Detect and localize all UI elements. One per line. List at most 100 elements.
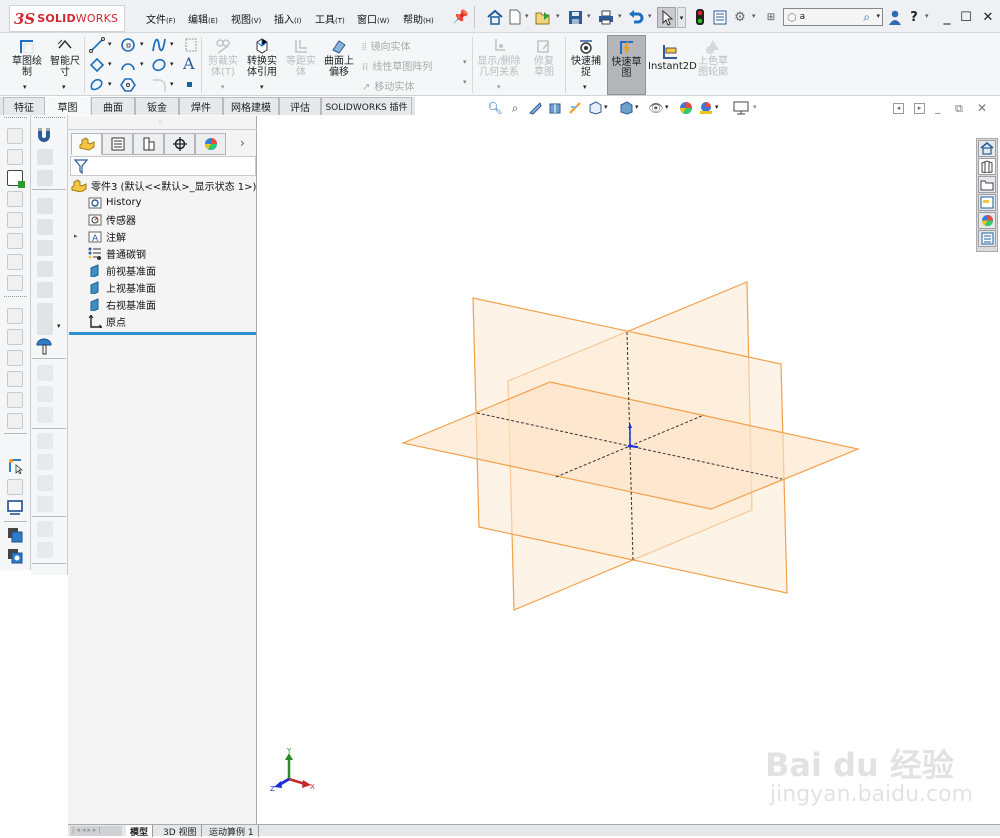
text-tool-icon[interactable]: A (183, 54, 195, 73)
undo-dropdown-icon[interactable]: ▾ (648, 12, 652, 20)
apply-scene-dropdown-icon[interactable]: ▾ (715, 103, 719, 111)
note-icon[interactable] (7, 128, 23, 144)
maximize-button[interactable]: ☐ (958, 9, 974, 25)
tab-sheet-metal[interactable]: 钣金 (135, 97, 179, 115)
sketch-select-icon[interactable] (7, 458, 24, 477)
quick-snaps-dropdown-icon[interactable]: ▾ (583, 83, 587, 91)
copy-blue-2-icon[interactable] (7, 548, 23, 567)
dimxpert-tab[interactable] (164, 133, 195, 155)
menu-file[interactable]: 文件(F) (146, 11, 176, 26)
tab-solidworks-addins[interactable]: SOLIDWORKS 插件 (321, 97, 412, 115)
menu-help[interactable]: 帮助(H) (403, 11, 434, 26)
options-gear-icon[interactable]: ⚙ (732, 9, 748, 25)
view-orientation-icon[interactable] (587, 100, 603, 116)
previous-view-icon[interactable] (527, 100, 543, 116)
grip-handle[interactable] (4, 117, 27, 118)
feature-disabled-7-icon[interactable] (37, 282, 53, 298)
file-explorer-icon[interactable] (978, 176, 996, 193)
autodimension-icon[interactable] (7, 170, 25, 188)
configurationmanager-tab[interactable] (133, 133, 164, 155)
sketch-dropdown-icon[interactable]: ▾ (23, 83, 27, 91)
view-screen-icon[interactable] (7, 500, 23, 519)
hide-show-dropdown-icon[interactable]: ▾ (665, 103, 669, 111)
view-settings-icon[interactable] (733, 100, 749, 116)
tree-item-history[interactable]: History (88, 194, 142, 210)
display-style-icon[interactable] (618, 100, 634, 116)
tab-features[interactable]: 特征 (3, 97, 45, 115)
section-view-icon[interactable] (547, 100, 563, 116)
menu-tools[interactable]: 工具(T) (315, 11, 345, 26)
feature-dropdown-icon[interactable]: ▾ (57, 322, 61, 330)
fillet-tool-icon[interactable] (151, 77, 167, 93)
tab-weldments[interactable]: 焊件 (179, 97, 223, 115)
doc-minimize-button[interactable]: _ (935, 101, 941, 114)
grip-handle[interactable] (34, 117, 65, 118)
save-icon[interactable] (567, 9, 583, 25)
feature-disabled-3-icon[interactable] (37, 198, 53, 214)
ellipse-dropdown-icon[interactable]: ▾ (170, 60, 174, 68)
feature-disabled-2-icon[interactable] (37, 170, 53, 186)
tool-disabled-9-icon[interactable] (37, 542, 53, 558)
tree-item-origin[interactable]: 原点 (88, 313, 126, 329)
menu-view[interactable]: 视图(V) (231, 11, 261, 26)
next-document-icon[interactable]: ▸ (914, 103, 925, 114)
rebuild-traffic-light-icon[interactable] (692, 9, 708, 25)
apply-scene-icon[interactable] (698, 100, 714, 116)
rapid-sketch-button[interactable]: 快速草图 (607, 35, 646, 95)
tool-disabled-1-icon[interactable] (37, 365, 53, 381)
zoom-to-fit-icon[interactable]: 🔍︎ (487, 100, 503, 116)
graphics-area[interactable]: Y X Z (257, 116, 1000, 826)
graphics-canvas[interactable]: Y X Z (257, 116, 1000, 826)
tool-disabled-8-icon[interactable] (37, 521, 53, 537)
tool-disabled-4-icon[interactable] (37, 433, 53, 449)
tree-item-right-plane[interactable]: 右视基准面 (88, 296, 156, 312)
tool-disabled-5-icon[interactable] (37, 454, 53, 470)
view-palette-icon[interactable] (978, 194, 996, 211)
tree-root-part[interactable]: 零件3 (默认<<默认>_显示状态 1>) (71, 177, 256, 193)
edit-appearance-icon[interactable] (678, 100, 694, 116)
repair-icon[interactable] (7, 479, 23, 495)
tree-item-top-plane[interactable]: 上视基准面 (88, 279, 156, 295)
tab-model[interactable]: 模型 (126, 825, 154, 838)
home-icon[interactable] (487, 9, 503, 25)
annotation-view-icon[interactable] (7, 212, 23, 228)
offset-on-surface-button[interactable]: 曲面上偏移 (320, 38, 358, 78)
move-entities-button[interactable]: ↗ 移动实体 (362, 78, 414, 93)
line-dropdown-icon[interactable]: ▾ (108, 40, 112, 48)
circle-tool-icon[interactable] (120, 37, 136, 53)
mirror-grid-icon[interactable] (183, 37, 199, 53)
search-icon[interactable]: ⌕ (863, 10, 870, 25)
convert-dropdown-icon[interactable]: ▾ (260, 83, 264, 91)
lock-annotation-icon[interactable] (7, 233, 23, 249)
open-icon[interactable] (535, 9, 551, 25)
tool-disabled-6-icon[interactable] (37, 475, 53, 491)
select-button[interactable] (657, 7, 676, 28)
print-icon[interactable] (598, 9, 614, 25)
select-dropdown-icon[interactable]: ▾ (677, 7, 686, 28)
repair-sketch-button[interactable]: 修复草图 (526, 38, 562, 78)
display-manager-tab[interactable] (195, 133, 226, 155)
spline-tool-icon[interactable] (151, 37, 167, 53)
help-dropdown-icon[interactable]: ▾ (925, 12, 929, 20)
slot-dropdown-icon[interactable]: ▾ (108, 80, 112, 88)
instant2d-button[interactable]: Instant2D (648, 43, 697, 72)
fillet-dropdown-icon[interactable]: ▾ (170, 80, 174, 88)
feature-disabled-4-icon[interactable] (37, 219, 53, 235)
tree-item-material[interactable]: 普通碳钢 (88, 245, 146, 261)
feature-disabled-6-icon[interactable] (37, 261, 53, 277)
save-dropdown-icon[interactable]: ▾ (587, 12, 591, 20)
trim-dropdown-icon[interactable]: ▾ (221, 83, 225, 91)
zoom-to-area-icon[interactable]: ⌕ (507, 100, 523, 116)
new-document-icon[interactable] (507, 9, 523, 25)
circle-dropdown-icon[interactable]: ▾ (140, 40, 144, 48)
add-annotation-icon[interactable] (7, 191, 23, 207)
linear-pattern-dropdown-icon[interactable]: ▾ (463, 58, 467, 66)
dynamic-annotation-icon[interactable] (567, 100, 583, 116)
view-cube-1-icon[interactable] (7, 308, 23, 324)
rollback-bar[interactable] (69, 332, 256, 335)
tab-scroll-arrows[interactable]: |◂◂▸▸| (70, 826, 122, 836)
solidworks-logo[interactable]: 3S SOLIDWORKS (9, 5, 125, 32)
close-button[interactable]: ✕ (980, 9, 996, 25)
grip-handle[interactable] (4, 296, 27, 297)
mirror-entities-button[interactable]: ⦙⦙ 镜向实体 (362, 38, 410, 53)
